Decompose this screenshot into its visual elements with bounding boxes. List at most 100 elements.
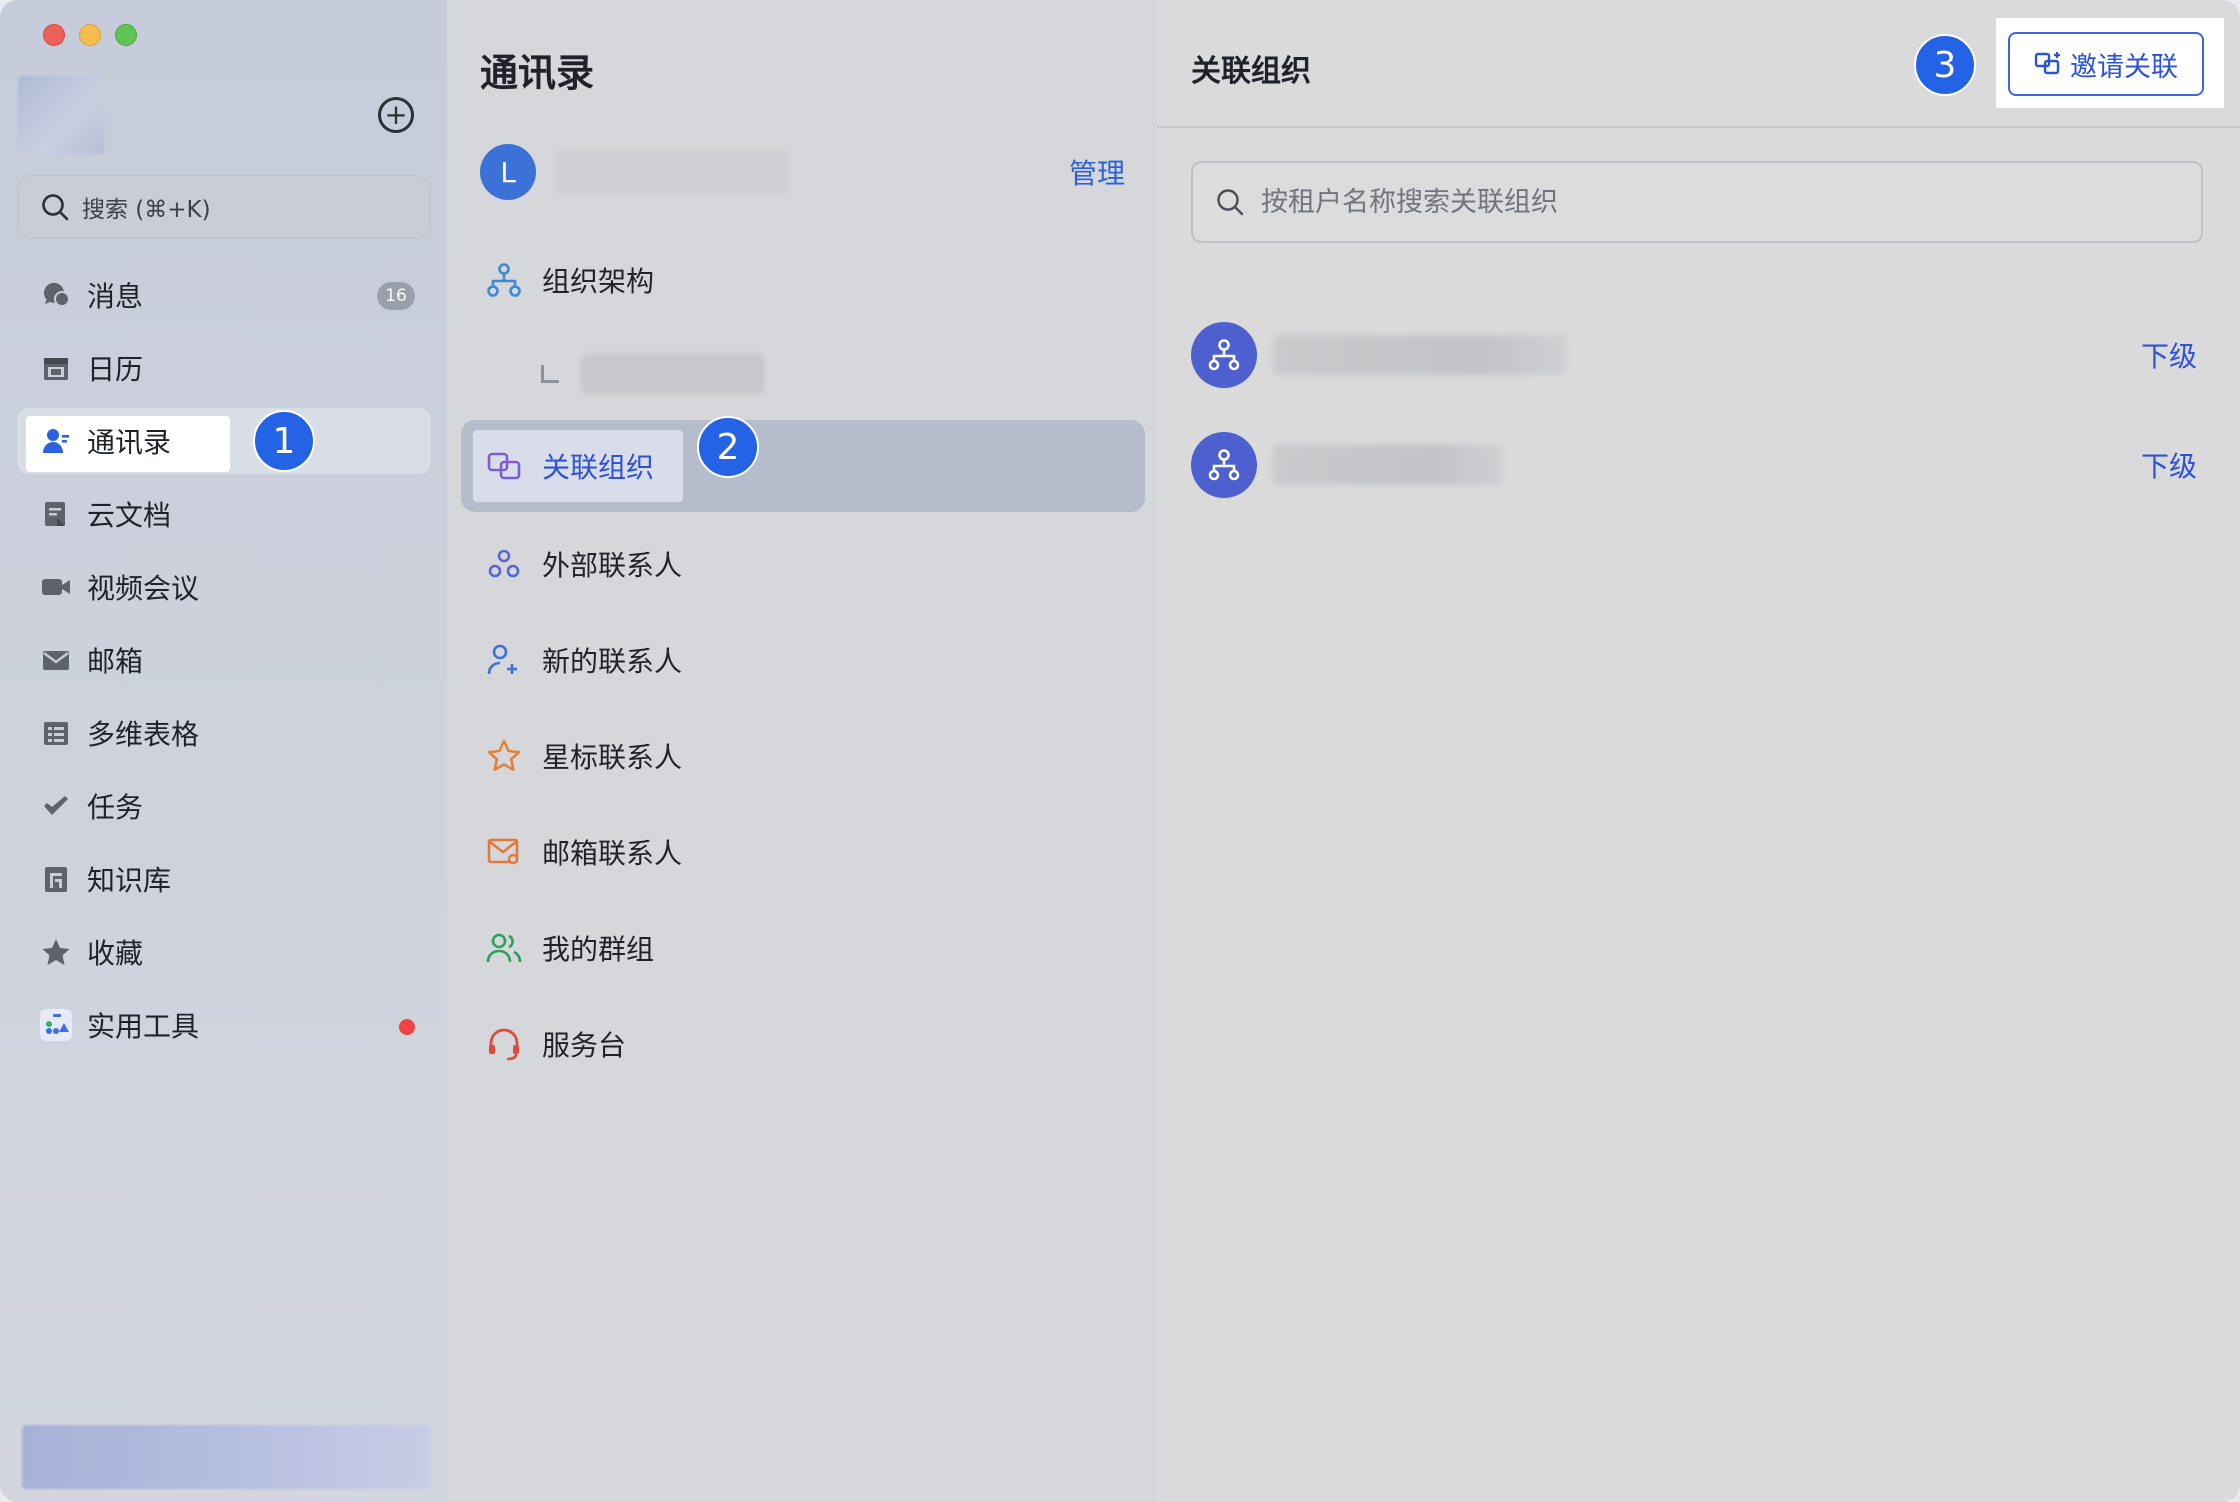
sidebar-item-label: 知识库 xyxy=(87,864,172,897)
list-item[interactable]: 下级 xyxy=(1191,300,2203,410)
org-structure-icon xyxy=(1191,322,1257,388)
org-relation-tag[interactable]: 下级 xyxy=(2141,335,2197,375)
minimize-window-button[interactable] xyxy=(79,24,101,46)
sidebar-item-docs[interactable]: 云文档 xyxy=(17,481,431,547)
org-search-input[interactable] xyxy=(1261,186,2161,218)
add-icon[interactable]: + xyxy=(378,97,414,133)
sidebar-item-label: 任务 xyxy=(87,791,144,824)
contacts-item-external[interactable]: 外部联系人 xyxy=(461,516,1145,612)
link-org-icon xyxy=(484,446,524,486)
add-person-icon xyxy=(484,640,524,680)
sidebar-item-video-meeting[interactable]: 视频会议 xyxy=(17,554,431,620)
contacts-item-label: 关联组织 xyxy=(542,451,655,484)
global-search-placeholder: 搜索 (⌘+K) xyxy=(82,197,211,223)
star-outline-icon xyxy=(484,736,524,776)
sidebar-item-tasks[interactable]: 任务 xyxy=(17,773,431,839)
sidebar-item-base[interactable]: 多维表格 xyxy=(17,700,431,766)
notification-dot xyxy=(399,1019,415,1035)
sidebar-item-label: 通讯录 xyxy=(87,426,172,459)
contacts-item-label: 外部联系人 xyxy=(542,549,683,582)
sidebar-item-label: 邮箱 xyxy=(87,645,144,678)
contacts-item-new[interactable]: 新的联系人 xyxy=(461,612,1145,708)
contacts-item-label: 星标联系人 xyxy=(542,741,683,774)
sidebar-bottom-banner[interactable] xyxy=(22,1425,430,1489)
invite-link-icon xyxy=(2034,52,2060,75)
sidebar-nav: 消息 16 日历 通讯录 云文档 视频会议 邮箱 多维表格 任务 知识库 收藏 … xyxy=(17,262,431,1065)
window-controls xyxy=(43,24,137,46)
org-structure-icon xyxy=(1191,432,1257,498)
step-badge-1: 1 xyxy=(253,410,315,472)
contacts-column: 通讯录 L 管理 组织架构 关联组织 外部联系人 新的联系人 星标联系人 邮箱联… xyxy=(447,0,1157,1502)
org-name xyxy=(1273,445,1503,485)
checkmark-icon xyxy=(39,789,73,823)
tree-branch-icon xyxy=(541,365,559,383)
contacts-nav: 组织架构 关联组织 外部联系人 新的联系人 星标联系人 邮箱联系人 我的群组 服… xyxy=(461,232,1145,1092)
sidebar-item-label: 日历 xyxy=(87,353,144,386)
unread-badge: 16 xyxy=(377,282,415,310)
close-window-button[interactable] xyxy=(43,24,65,46)
contacts-item-groups[interactable]: 我的群组 xyxy=(461,900,1145,996)
mail-icon xyxy=(39,643,73,677)
mail-contact-icon xyxy=(484,832,524,872)
highlight-box: 邀请关联 xyxy=(1996,18,2224,108)
zoom-window-button[interactable] xyxy=(115,24,137,46)
contacts-item-org-structure[interactable]: 组织架构 xyxy=(461,232,1145,328)
sidebar-item-favorites[interactable]: 收藏 xyxy=(17,919,431,985)
org-structure-subitem[interactable] xyxy=(461,328,1145,420)
tenant-name xyxy=(554,149,790,195)
department-name xyxy=(581,354,765,394)
global-search[interactable]: 搜索 (⌘+K) xyxy=(17,175,431,239)
contacts-item-connected-orgs[interactable]: 关联组织 xyxy=(461,420,1145,512)
group-icon xyxy=(484,928,524,968)
sidebar-item-wiki[interactable]: 知识库 xyxy=(17,846,431,912)
sidebar-item-label: 视频会议 xyxy=(87,572,200,605)
org-search-box[interactable] xyxy=(1191,161,2203,243)
contacts-item-label: 邮箱联系人 xyxy=(542,837,683,870)
contacts-item-label: 新的联系人 xyxy=(542,645,683,678)
sidebar-item-label: 实用工具 xyxy=(87,1010,200,1043)
invite-connection-label: 邀请关联 xyxy=(2070,51,2178,83)
contacts-icon xyxy=(39,424,73,458)
panel-title: 关联组织 xyxy=(1191,54,1311,89)
chat-bubble-icon xyxy=(39,278,73,312)
connected-orgs-panel: 关联组织 3 邀请关联 下级 xyxy=(1157,0,2240,1502)
video-camera-icon xyxy=(39,570,73,604)
sidebar-item-calendar[interactable]: 日历 xyxy=(17,335,431,401)
sidebar-item-mail[interactable]: 邮箱 xyxy=(17,627,431,693)
headset-icon xyxy=(484,1024,524,1064)
book-icon xyxy=(39,862,73,896)
org-list: 下级 下级 xyxy=(1191,300,2203,520)
org-name xyxy=(1273,335,1567,375)
contacts-item-starred[interactable]: 星标联系人 xyxy=(461,708,1145,804)
tools-apps-icon xyxy=(39,1008,73,1042)
sidebar-item-messages[interactable]: 消息 16 xyxy=(17,262,431,328)
contacts-item-helpdesk[interactable]: 服务台 xyxy=(461,996,1145,1092)
calendar-icon xyxy=(39,351,73,385)
invite-connection-button[interactable]: 邀请关联 xyxy=(2008,32,2204,96)
sidebar: + 搜索 (⌘+K) 消息 16 日历 通讯录 云文档 视频会议 邮箱 多维表格… xyxy=(0,0,447,1502)
app-window: + 搜索 (⌘+K) 消息 16 日历 通讯录 云文档 视频会议 邮箱 多维表格… xyxy=(0,0,2240,1502)
sidebar-item-tools[interactable]: 实用工具 xyxy=(17,992,431,1058)
user-avatar[interactable] xyxy=(18,76,104,154)
search-icon xyxy=(42,194,69,221)
org-relation-tag[interactable]: 下级 xyxy=(2141,445,2197,485)
manage-link[interactable]: 管理 xyxy=(1069,152,1125,192)
contacts-item-mail[interactable]: 邮箱联系人 xyxy=(461,804,1145,900)
external-contacts-icon xyxy=(484,544,524,584)
sidebar-item-label: 收藏 xyxy=(87,937,144,970)
org-chart-icon xyxy=(484,260,524,300)
tenant-avatar[interactable]: L xyxy=(480,144,536,200)
contacts-title: 通讯录 xyxy=(480,51,595,95)
step-badge-2: 2 xyxy=(697,416,759,478)
star-icon xyxy=(39,935,73,969)
list-item[interactable]: 下级 xyxy=(1191,410,2203,520)
sidebar-item-contacts[interactable]: 通讯录 xyxy=(17,408,431,474)
panel-header: 关联组织 3 邀请关联 xyxy=(1157,0,2240,128)
document-icon xyxy=(39,497,73,531)
contacts-item-label: 服务台 xyxy=(542,1029,627,1062)
table-icon xyxy=(39,716,73,750)
sidebar-item-label: 消息 xyxy=(87,280,144,313)
sidebar-item-label: 多维表格 xyxy=(87,718,200,751)
sidebar-item-label: 云文档 xyxy=(87,499,172,532)
step-badge-3: 3 xyxy=(1914,34,1976,96)
